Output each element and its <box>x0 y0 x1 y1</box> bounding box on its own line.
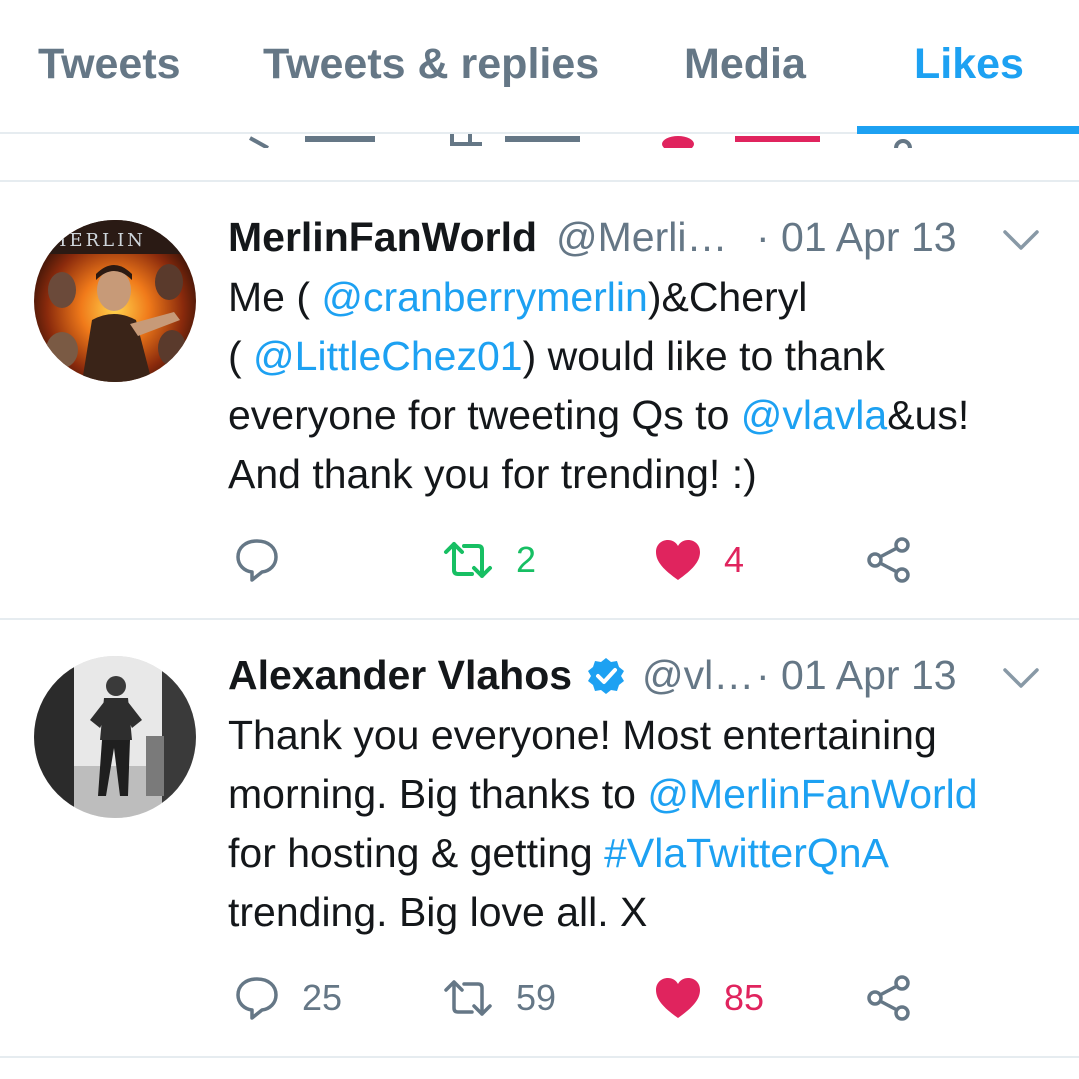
mention-link[interactable]: @cranberrymerlin <box>321 274 647 320</box>
tab-likes[interactable]: Likes <box>914 40 1024 89</box>
tweet-text: Thank you everyone! Most entertaining mo… <box>228 706 1058 942</box>
tweet-line: And thank you for trending! :) <box>228 451 757 497</box>
share-button[interactable] <box>866 530 914 590</box>
tweet-line: for hosting & getting #VlaTwitterQnA <box>228 830 889 876</box>
tweet-header: MerlinFanWorld @Merli… · 01 Apr 13 <box>228 214 1059 270</box>
hashtag-link[interactable]: #VlaTwitterQnA <box>604 830 889 876</box>
heart-filled-icon <box>656 978 700 1018</box>
clipped-actions-icon <box>249 134 912 148</box>
like-button[interactable]: 4 <box>654 530 744 590</box>
retweet-icon <box>444 542 492 578</box>
chevron-down-icon[interactable] <box>1001 666 1041 690</box>
merlin-avatar[interactable]: MERLIN <box>34 220 196 382</box>
tweet-actions: 25 59 85 <box>228 968 1028 1028</box>
tweet-line: morning. Big thanks to @MerlinFanWorld <box>228 771 978 817</box>
svg-text:MERLIN: MERLIN <box>48 230 146 251</box>
tweet-header: Alexander Vlahos @vl… · 01 Apr 13 <box>228 652 1059 708</box>
previous-tweet-actions-partial <box>0 134 1079 182</box>
tab-media[interactable]: Media <box>684 40 806 89</box>
retweet-button[interactable]: 2 <box>442 530 536 590</box>
share-icon <box>867 975 910 1021</box>
share-icon <box>867 537 910 583</box>
reply-button[interactable]: 25 <box>234 968 342 1028</box>
verified-badge-icon <box>588 658 624 694</box>
reply-icon <box>236 977 278 1020</box>
retweet-icon <box>444 980 492 1016</box>
tweet-line: Thank you everyone! Most entertaining <box>228 712 937 758</box>
retweet-button[interactable]: 59 <box>442 968 556 1028</box>
tweet-card[interactable]: MERLIN MerlinFanWorld @Merli… · 01 Apr 1… <box>0 182 1079 620</box>
mention-link[interactable]: @MerlinFanWorld <box>647 771 977 817</box>
heart-filled-icon <box>656 540 700 580</box>
tweet-card[interactable]: Alexander Vlahos @vl… · 01 Apr 13 Thank … <box>0 620 1079 1058</box>
username-handle[interactable]: @vl… <box>642 652 754 699</box>
share-button[interactable] <box>866 968 914 1028</box>
retweet-count: 2 <box>516 539 537 580</box>
retweet-count: 59 <box>516 977 557 1018</box>
like-count: 4 <box>724 539 745 580</box>
tab-tweets-replies[interactable]: Tweets & replies <box>263 40 599 89</box>
reply-button[interactable] <box>234 530 302 590</box>
tweet-actions: 2 4 <box>228 530 1028 590</box>
tweet-line: Me ( @cranberrymerlin)&Cheryl <box>228 274 808 320</box>
tab-tweets[interactable]: Tweets <box>38 40 181 89</box>
mention-link[interactable]: @LittleChez01 <box>253 333 523 379</box>
tweet-text: Me ( @cranberrymerlin)&Cheryl ( @LittleC… <box>228 268 1058 504</box>
display-name[interactable]: Alexander Vlahos <box>228 652 572 699</box>
profile-tabs: Tweets Tweets & replies Media Likes <box>0 0 1079 134</box>
tweet-line: ( @LittleChez01) would like to thank <box>228 333 885 379</box>
display-name[interactable]: MerlinFanWorld <box>228 214 537 261</box>
tweet-date[interactable]: · 01 Apr 13 <box>756 214 957 261</box>
active-tab-indicator <box>857 126 1079 134</box>
tweet-date[interactable]: · 01 Apr 13 <box>756 652 957 699</box>
username-handle[interactable]: @Merli… <box>556 214 727 261</box>
like-count: 85 <box>724 977 765 1018</box>
tweet-line: trending. Big love all. X <box>228 889 648 935</box>
reply-count: 25 <box>302 977 343 1018</box>
like-button[interactable]: 85 <box>654 968 764 1028</box>
vlahos-avatar[interactable] <box>34 656 196 818</box>
reply-icon <box>236 539 278 582</box>
tweet-line: everyone for tweeting Qs to @vlavla&us! <box>228 392 970 438</box>
chevron-down-icon[interactable] <box>1001 228 1041 252</box>
mention-link[interactable]: @vlavla <box>741 392 887 438</box>
